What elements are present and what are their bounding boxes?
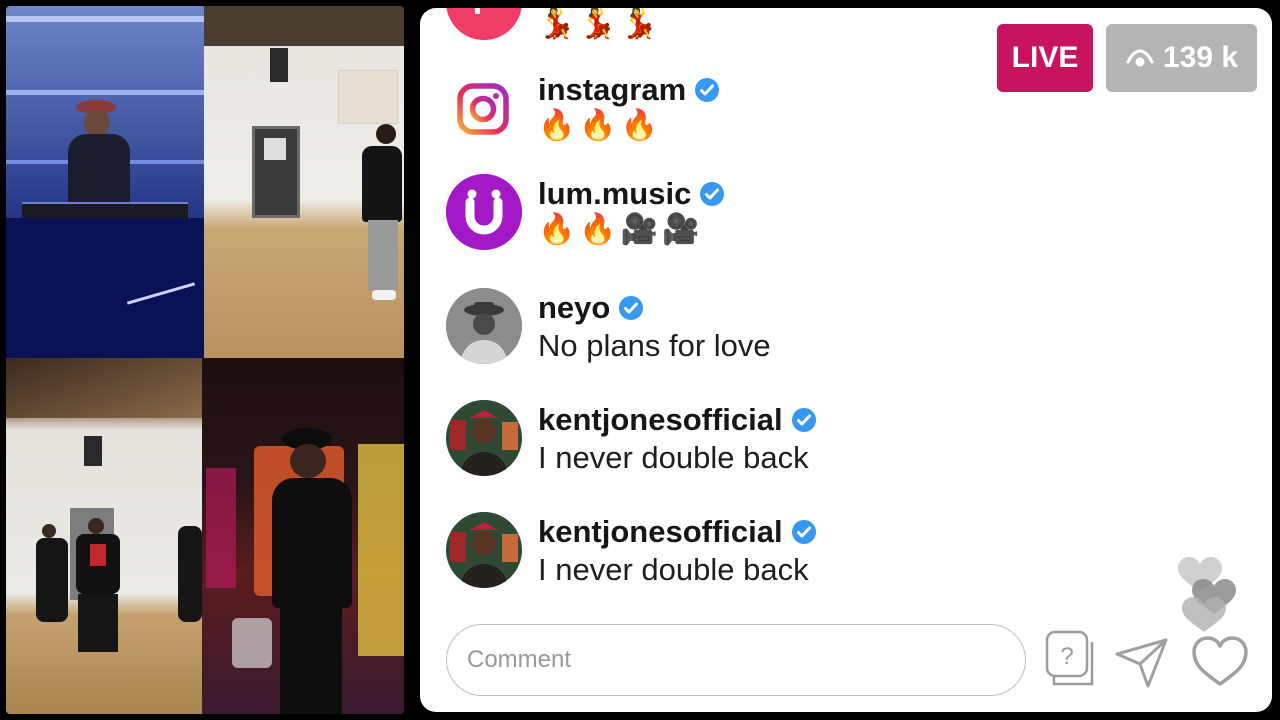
dancer-pants [368, 220, 398, 290]
comment-item: lum.music 🔥🔥🎥🎥 [446, 174, 1006, 254]
comment-username[interactable]: kentjonesofficial [538, 402, 817, 438]
video-tile-rehearsal [6, 358, 202, 714]
comment-composer[interactable] [446, 624, 1026, 696]
speaker [84, 436, 102, 466]
comment-text: I never double back [538, 552, 809, 587]
wall-panel [338, 70, 398, 124]
dancer-edge [178, 526, 202, 622]
comment-username[interactable]: neyo [538, 290, 644, 326]
dancer-head [88, 518, 104, 534]
eye-icon [1126, 49, 1154, 67]
floating-hearts [1168, 552, 1258, 642]
live-chat-panel: P 💃💃💃 instagram 🔥🔥🔥 [420, 8, 1272, 712]
user-photo-icon [446, 400, 522, 476]
performer-legs [280, 608, 342, 714]
verified-badge-icon [700, 182, 725, 206]
comment-input[interactable] [465, 625, 989, 695]
avatar[interactable] [446, 174, 522, 250]
user-photo-icon [446, 512, 522, 588]
username-text: lum.music [538, 176, 692, 211]
username-text: kentjonesofficial [538, 514, 783, 549]
verified-badge-icon [791, 408, 816, 432]
ceiling-beams [204, 6, 404, 46]
viewer-count-badge[interactable]: 139 k [1106, 24, 1257, 92]
shirt-print [90, 544, 106, 566]
comment-emojis: 🔥🔥🎥🎥 [538, 213, 704, 246]
video-tile-red-studio [202, 358, 404, 714]
door-window [264, 138, 286, 160]
comment-text: No plans for love [538, 328, 771, 363]
comment-item-partial: P 💃💃💃 [446, 8, 1006, 44]
verified-badge-icon [619, 296, 644, 320]
svg-text:?: ? [1060, 643, 1073, 670]
comment-username[interactable]: kentjonesofficial [538, 514, 817, 550]
comment-item: neyo No plans for love [446, 288, 1006, 368]
live-video-grid[interactable] [6, 6, 404, 714]
heart-reactions-icon [1178, 557, 1236, 632]
performer-body [272, 478, 352, 608]
username-text: neyo [538, 290, 611, 325]
verified-badge-icon [791, 520, 816, 544]
instagram-logo-icon [457, 83, 509, 135]
avatar[interactable] [446, 288, 522, 364]
send-icon [1115, 638, 1168, 688]
comment-item: kentjonesofficial I never double back [446, 512, 1006, 592]
avatar[interactable] [446, 512, 522, 588]
send-button[interactable] [1114, 634, 1170, 690]
dj-head [84, 110, 110, 136]
live-badge: LIVE [997, 24, 1093, 92]
dancer-pants [78, 594, 118, 652]
live-label: LIVE [1011, 41, 1079, 74]
question-button[interactable]: ? [1044, 628, 1098, 690]
comment-username[interactable]: lum.music [538, 176, 725, 212]
chair [232, 618, 272, 668]
username-text: instagram [538, 72, 687, 107]
video-tile-dj [6, 6, 204, 358]
heart-icon [1192, 636, 1248, 686]
comment-text: I never double back [538, 440, 809, 475]
user-photo-icon [446, 288, 522, 364]
question-icon: ? [1045, 630, 1094, 686]
comment-item: instagram 🔥🔥🔥 [446, 70, 1006, 150]
dancer-head [42, 524, 56, 538]
avatar[interactable] [446, 400, 522, 476]
comment-emojis: 💃💃💃 [538, 8, 663, 40]
avatar[interactable] [446, 70, 522, 146]
comment-item: kentjonesofficial I never double back [446, 400, 1006, 480]
like-button[interactable] [1190, 634, 1250, 690]
comment-emojis: 🔥🔥🔥 [538, 109, 663, 142]
avatar[interactable]: P [446, 8, 522, 40]
performer-head [290, 444, 326, 478]
ceiling [6, 358, 202, 418]
viewer-count: 139 k [1162, 41, 1239, 74]
gear-rack [358, 444, 404, 656]
dancer-head [376, 124, 396, 144]
dj-body [68, 134, 130, 206]
neon-strip [6, 90, 204, 95]
svg-text:P: P [473, 8, 496, 22]
neon-strip [6, 16, 204, 22]
dancer-shirt [362, 146, 402, 222]
neon-light [206, 468, 236, 588]
video-tile-studio [204, 6, 404, 358]
speaker [270, 48, 288, 82]
dancer-body [36, 538, 68, 622]
verified-badge-icon [695, 78, 720, 102]
lum-music-logo-icon [446, 174, 522, 250]
username-text: kentjonesofficial [538, 402, 783, 437]
dancer-shoes [372, 290, 396, 300]
comment-username[interactable]: instagram [538, 72, 720, 108]
